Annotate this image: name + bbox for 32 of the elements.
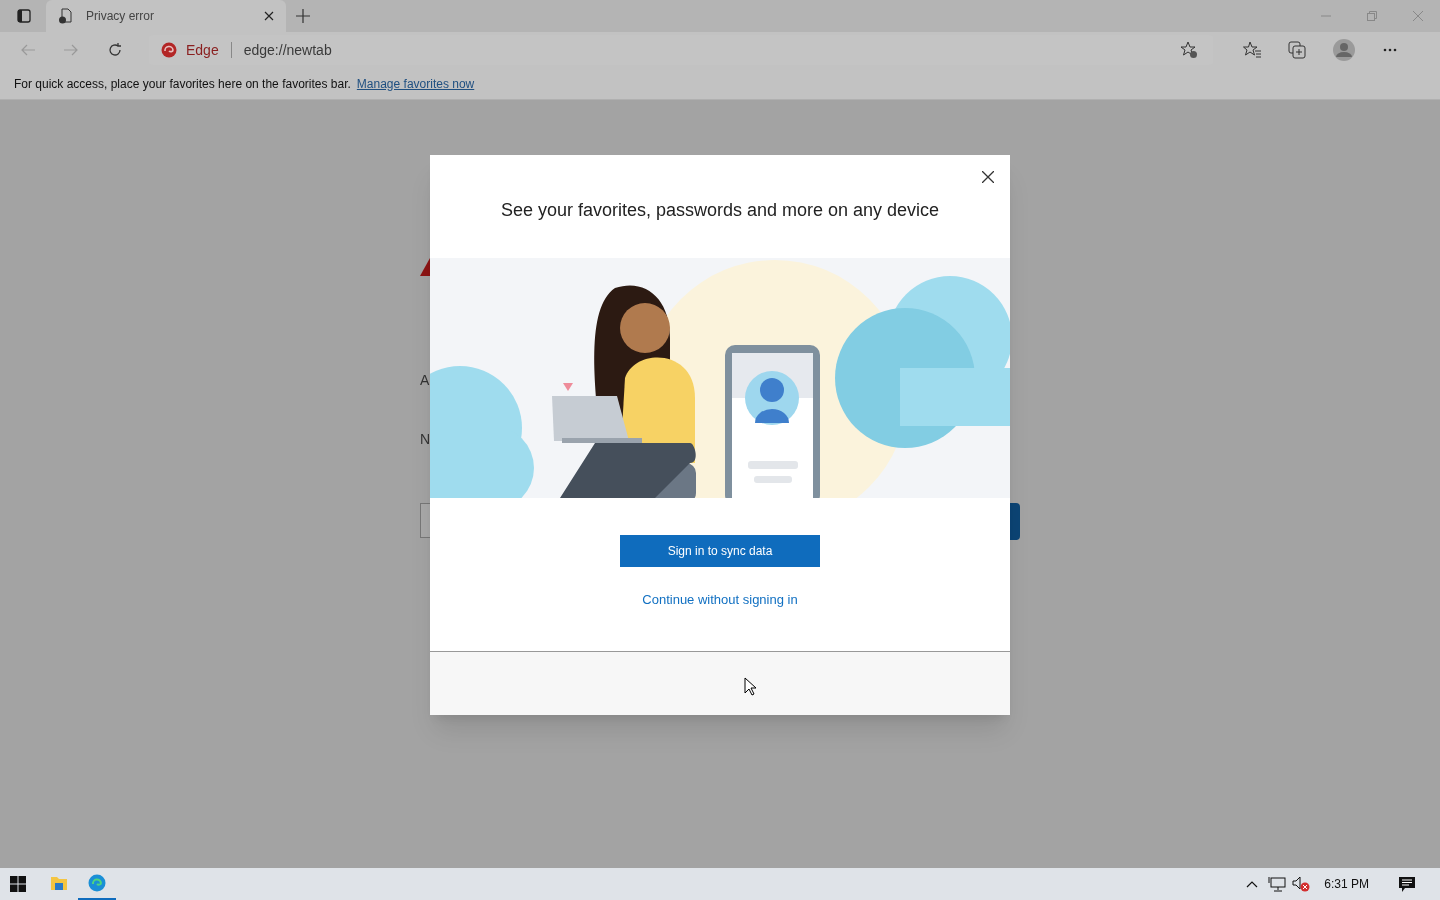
site-label: Edge <box>186 40 219 60</box>
favorites-icon[interactable] <box>1243 41 1261 59</box>
continue-link[interactable]: Continue without signing in <box>642 590 798 610</box>
favorites-bar-message: For quick access, place your favorites here on the favorites bar. <box>14 75 351 93</box>
manage-favorites-link[interactable]: Manage favorites now <box>356 74 475 93</box>
close-icon[interactable] <box>264 11 274 21</box>
profile-avatar-icon[interactable] <box>1333 39 1355 61</box>
url-text: edge://newtab <box>243 40 332 60</box>
document-warning-icon <box>58 8 74 24</box>
add-favorite-icon[interactable] <box>1180 41 1198 59</box>
start-icon[interactable] <box>10 876 26 892</box>
tab-actions-icon[interactable] <box>17 9 31 23</box>
more-icon[interactable] <box>1383 48 1397 52</box>
refresh-icon[interactable] <box>107 42 123 58</box>
muted-speaker-icon[interactable] <box>1292 876 1311 892</box>
new-tab-icon[interactable] <box>296 9 310 23</box>
chevron-up-icon[interactable] <box>1246 880 1259 888</box>
sign-in-button[interactable]: Sign in to sync data <box>620 535 820 567</box>
clock[interactable]: 6:31 PM <box>1324 875 1369 893</box>
tab-title: Privacy error <box>86 8 155 25</box>
dialog-title: See your favorites, passwords and more on any device <box>500 199 940 222</box>
browser-tab[interactable]: Privacy error <box>46 0 286 32</box>
page-text: N <box>420 432 431 446</box>
folder-icon <box>50 875 68 891</box>
close-icon[interactable] <box>982 171 994 183</box>
cursor-icon <box>744 677 756 696</box>
page-text: A <box>420 373 430 387</box>
browser-logo-icon <box>88 874 106 892</box>
edge-logo-icon <box>161 42 177 58</box>
network-icon[interactable] <box>1268 876 1287 892</box>
notifications-icon[interactable] <box>1399 876 1415 892</box>
collections-icon[interactable] <box>1288 41 1306 59</box>
